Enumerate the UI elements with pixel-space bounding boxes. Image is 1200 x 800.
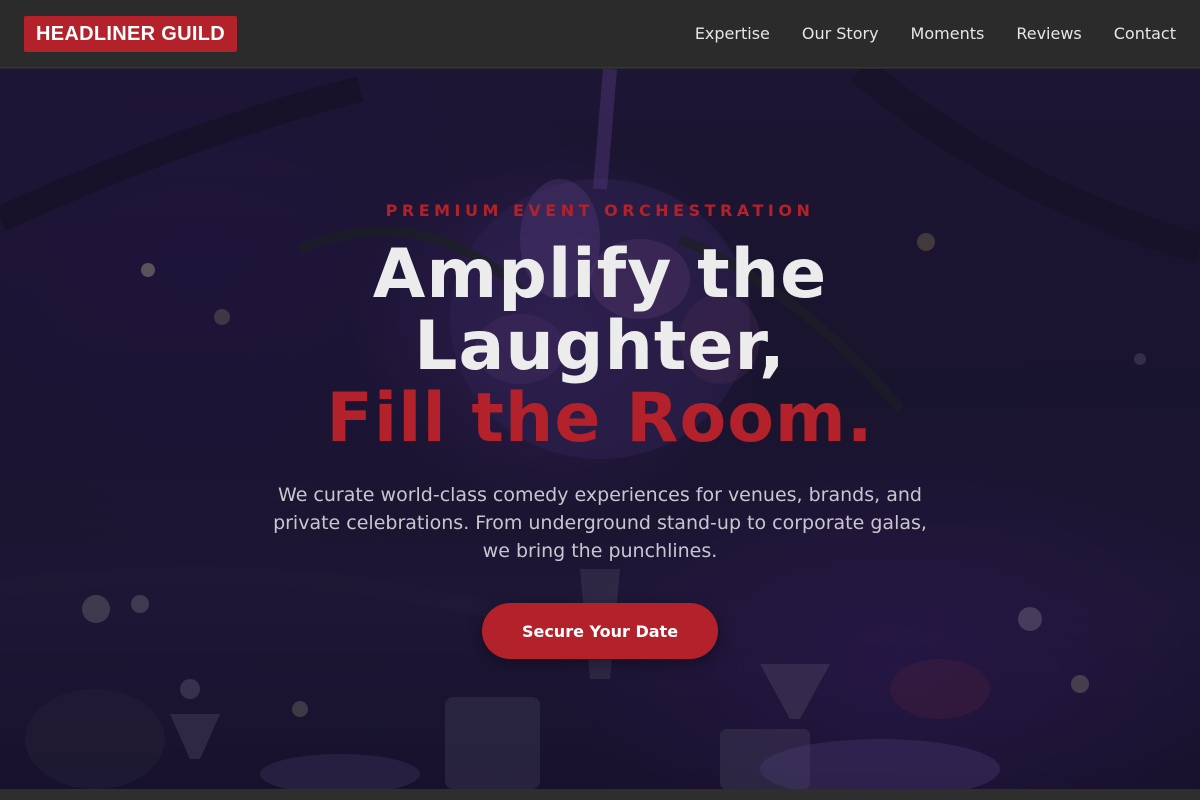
secure-date-button[interactable]: Secure Your Date xyxy=(482,603,718,659)
hero-subtitle: We curate world-class comedy experiences… xyxy=(273,484,927,562)
nav-link-moments[interactable]: Moments xyxy=(911,24,985,43)
brand-logo[interactable]: HEADLINER GUILD xyxy=(24,15,237,52)
hero-headline: Amplify the Laughter, Fill the Room. xyxy=(0,239,1200,455)
nav-link-our-story[interactable]: Our Story xyxy=(802,24,879,43)
nav-link-expertise[interactable]: Expertise xyxy=(695,24,770,43)
nav-links: Expertise Our Story Moments Reviews Cont… xyxy=(695,24,1176,43)
headline-line-2: Laughter, xyxy=(414,307,786,386)
nav-link-contact[interactable]: Contact xyxy=(1114,24,1176,43)
hero-eyebrow: PREMIUM EVENT ORCHESTRATION xyxy=(385,201,815,220)
headline-line-1: Amplify the xyxy=(372,235,828,314)
hero-content: PREMIUM EVENT ORCHESTRATION Amplify the … xyxy=(0,69,1200,789)
headline-line-3: Fill the Room. xyxy=(326,379,874,458)
next-section-edge xyxy=(0,789,1200,800)
nav-link-reviews[interactable]: Reviews xyxy=(1016,24,1081,43)
hero-section: PREMIUM EVENT ORCHESTRATION Amplify the … xyxy=(0,69,1200,789)
top-navbar: HEADLINER GUILD Expertise Our Story Mome… xyxy=(0,0,1200,68)
